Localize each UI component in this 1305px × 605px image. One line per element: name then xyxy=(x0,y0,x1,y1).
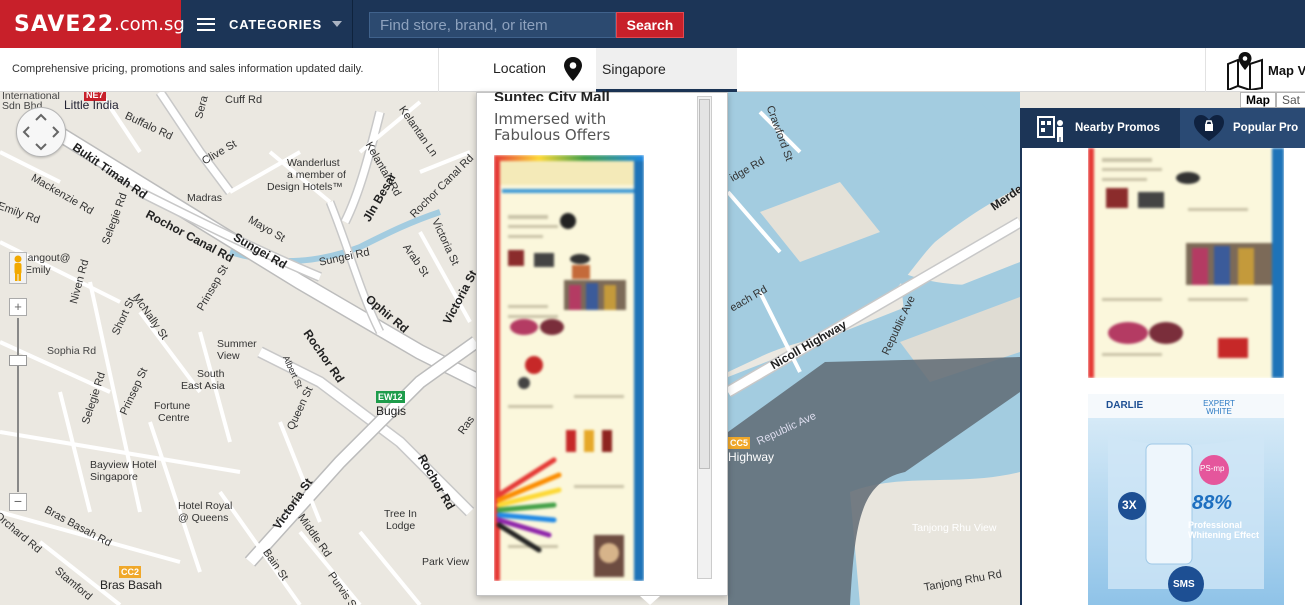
categories-label: CATEGORIES xyxy=(229,16,322,32)
flyer2-headline: Professional Whitening Effect xyxy=(1188,520,1259,540)
flyer2-brand: DARLIE xyxy=(1106,400,1144,411)
street-label: Sophia Rd xyxy=(47,345,97,357)
street-label: Cuff Rd xyxy=(225,94,263,106)
divider xyxy=(438,48,439,92)
tab-nearby-promos[interactable]: Nearby Promos xyxy=(1036,108,1180,148)
map-type-map-button[interactable]: Map xyxy=(1240,92,1276,108)
zoom-in-button[interactable]: + xyxy=(9,298,27,316)
flyer2-ps: PS-mp xyxy=(1200,464,1225,473)
poi-label: Bugis xyxy=(376,404,407,418)
map-view-button[interactable]: Map V xyxy=(1205,48,1305,92)
categories-menu-button[interactable]: CATEGORIES xyxy=(181,0,353,48)
poi-label: Centre xyxy=(158,412,190,424)
flyer2-line: EXPERT WHITE xyxy=(1203,399,1235,416)
map-pan-control[interactable] xyxy=(16,107,66,157)
poi-label: Wanderlust xyxy=(287,157,340,169)
tab-popular-promos[interactable]: Popular Pro xyxy=(1180,108,1305,148)
location-pin-icon xyxy=(564,57,582,81)
info-window-pointer xyxy=(640,596,660,605)
map-type-satellite-button[interactable]: Sat xyxy=(1276,92,1305,108)
store-info-window: Suntec City Mall Immersed with Fabulous … xyxy=(476,89,728,596)
promo-flyer-image[interactable] xyxy=(1088,148,1284,378)
map-view-label: Map V xyxy=(1268,62,1305,78)
poi-label: Design Hotels™ xyxy=(267,181,343,193)
zoom-slider-track[interactable] xyxy=(17,318,19,492)
poi-label: Highway xyxy=(728,450,775,464)
logo-brand: SAVE22 xyxy=(14,11,115,37)
street-label: Tanjong Rhu View xyxy=(912,522,997,534)
promos-tabs: Nearby Promos Popular Pro xyxy=(1022,108,1305,148)
poi-label: Emily xyxy=(25,264,51,276)
flyer2-3x: 3X xyxy=(1122,498,1137,512)
poi-label: Park View xyxy=(422,556,470,568)
tab-nearby-label: Nearby Promos xyxy=(1075,122,1161,134)
chevron-down-icon xyxy=(332,21,342,27)
map-label: Little India xyxy=(64,98,119,112)
poi-label: Fortune xyxy=(154,400,191,412)
tagline: Comprehensive pricing, promotions and sa… xyxy=(12,63,364,75)
poi-label: South xyxy=(197,368,225,380)
street-view-pegman-icon[interactable] xyxy=(9,252,27,284)
poi-label: @ Queens xyxy=(178,512,229,524)
poi-label: Bayview Hotel xyxy=(90,459,157,471)
map-icon xyxy=(1227,52,1263,90)
poi-label: East Asia xyxy=(181,380,225,392)
poi-label: Lodge xyxy=(386,520,416,532)
poi-label: Summer xyxy=(217,338,257,350)
poi-label: Singapore xyxy=(90,471,138,483)
poi-label: a member of xyxy=(287,169,346,181)
poi-label: Bras Basah xyxy=(100,578,163,592)
location-label: Location xyxy=(493,60,546,76)
promo-flyer-image[interactable] xyxy=(494,155,644,581)
location-input[interactable]: Singapore xyxy=(596,48,737,92)
info-window-scrollbar[interactable] xyxy=(697,96,712,579)
map-type-control: Map Sat xyxy=(1240,92,1305,108)
search-button[interactable]: Search xyxy=(616,12,684,38)
promos-panel: Nearby Promos Popular Pro DARLIE EXPERT … xyxy=(1020,108,1305,605)
flyer2-sms: SMS xyxy=(1173,579,1195,590)
logo-tld: .com.sg xyxy=(114,13,185,35)
hamburger-icon xyxy=(197,17,215,31)
poi-label: Hangout@ xyxy=(20,252,71,264)
nearby-store-icon xyxy=(1037,116,1063,142)
mrt-badge: CC2 xyxy=(119,566,142,578)
search-input[interactable] xyxy=(369,12,616,38)
flyer2-pct: 88% xyxy=(1192,492,1233,514)
tab-popular-label: Popular Pro xyxy=(1233,122,1299,134)
poi-label: Madras xyxy=(187,192,223,204)
promo-title: Immersed with Fabulous Offers xyxy=(494,110,611,144)
zoom-slider-handle[interactable] xyxy=(9,355,27,366)
mrt-badge: EW12 xyxy=(376,391,405,403)
poi-label: Tree In xyxy=(384,508,417,520)
zoom-out-button[interactable]: − xyxy=(9,493,27,511)
mrt-badge: CC5 xyxy=(728,437,751,449)
poi-label: Hotel Royal xyxy=(178,500,233,512)
app-window: SAVE22.com.sg CATEGORIES Search Comprehe… xyxy=(0,0,1305,605)
scrollbar-thumb[interactable] xyxy=(699,99,710,469)
logo[interactable]: SAVE22 .com.sg xyxy=(0,0,185,48)
store-name[interactable]: Suntec City Mall xyxy=(494,89,610,101)
promo-flyer-image[interactable]: DARLIE EXPERT WHITE PS-mp 3X 88% Profess… xyxy=(1088,394,1284,605)
poi-label: View xyxy=(217,350,240,362)
pan-arrows-icon xyxy=(22,113,60,151)
heart-icon xyxy=(1194,115,1224,141)
